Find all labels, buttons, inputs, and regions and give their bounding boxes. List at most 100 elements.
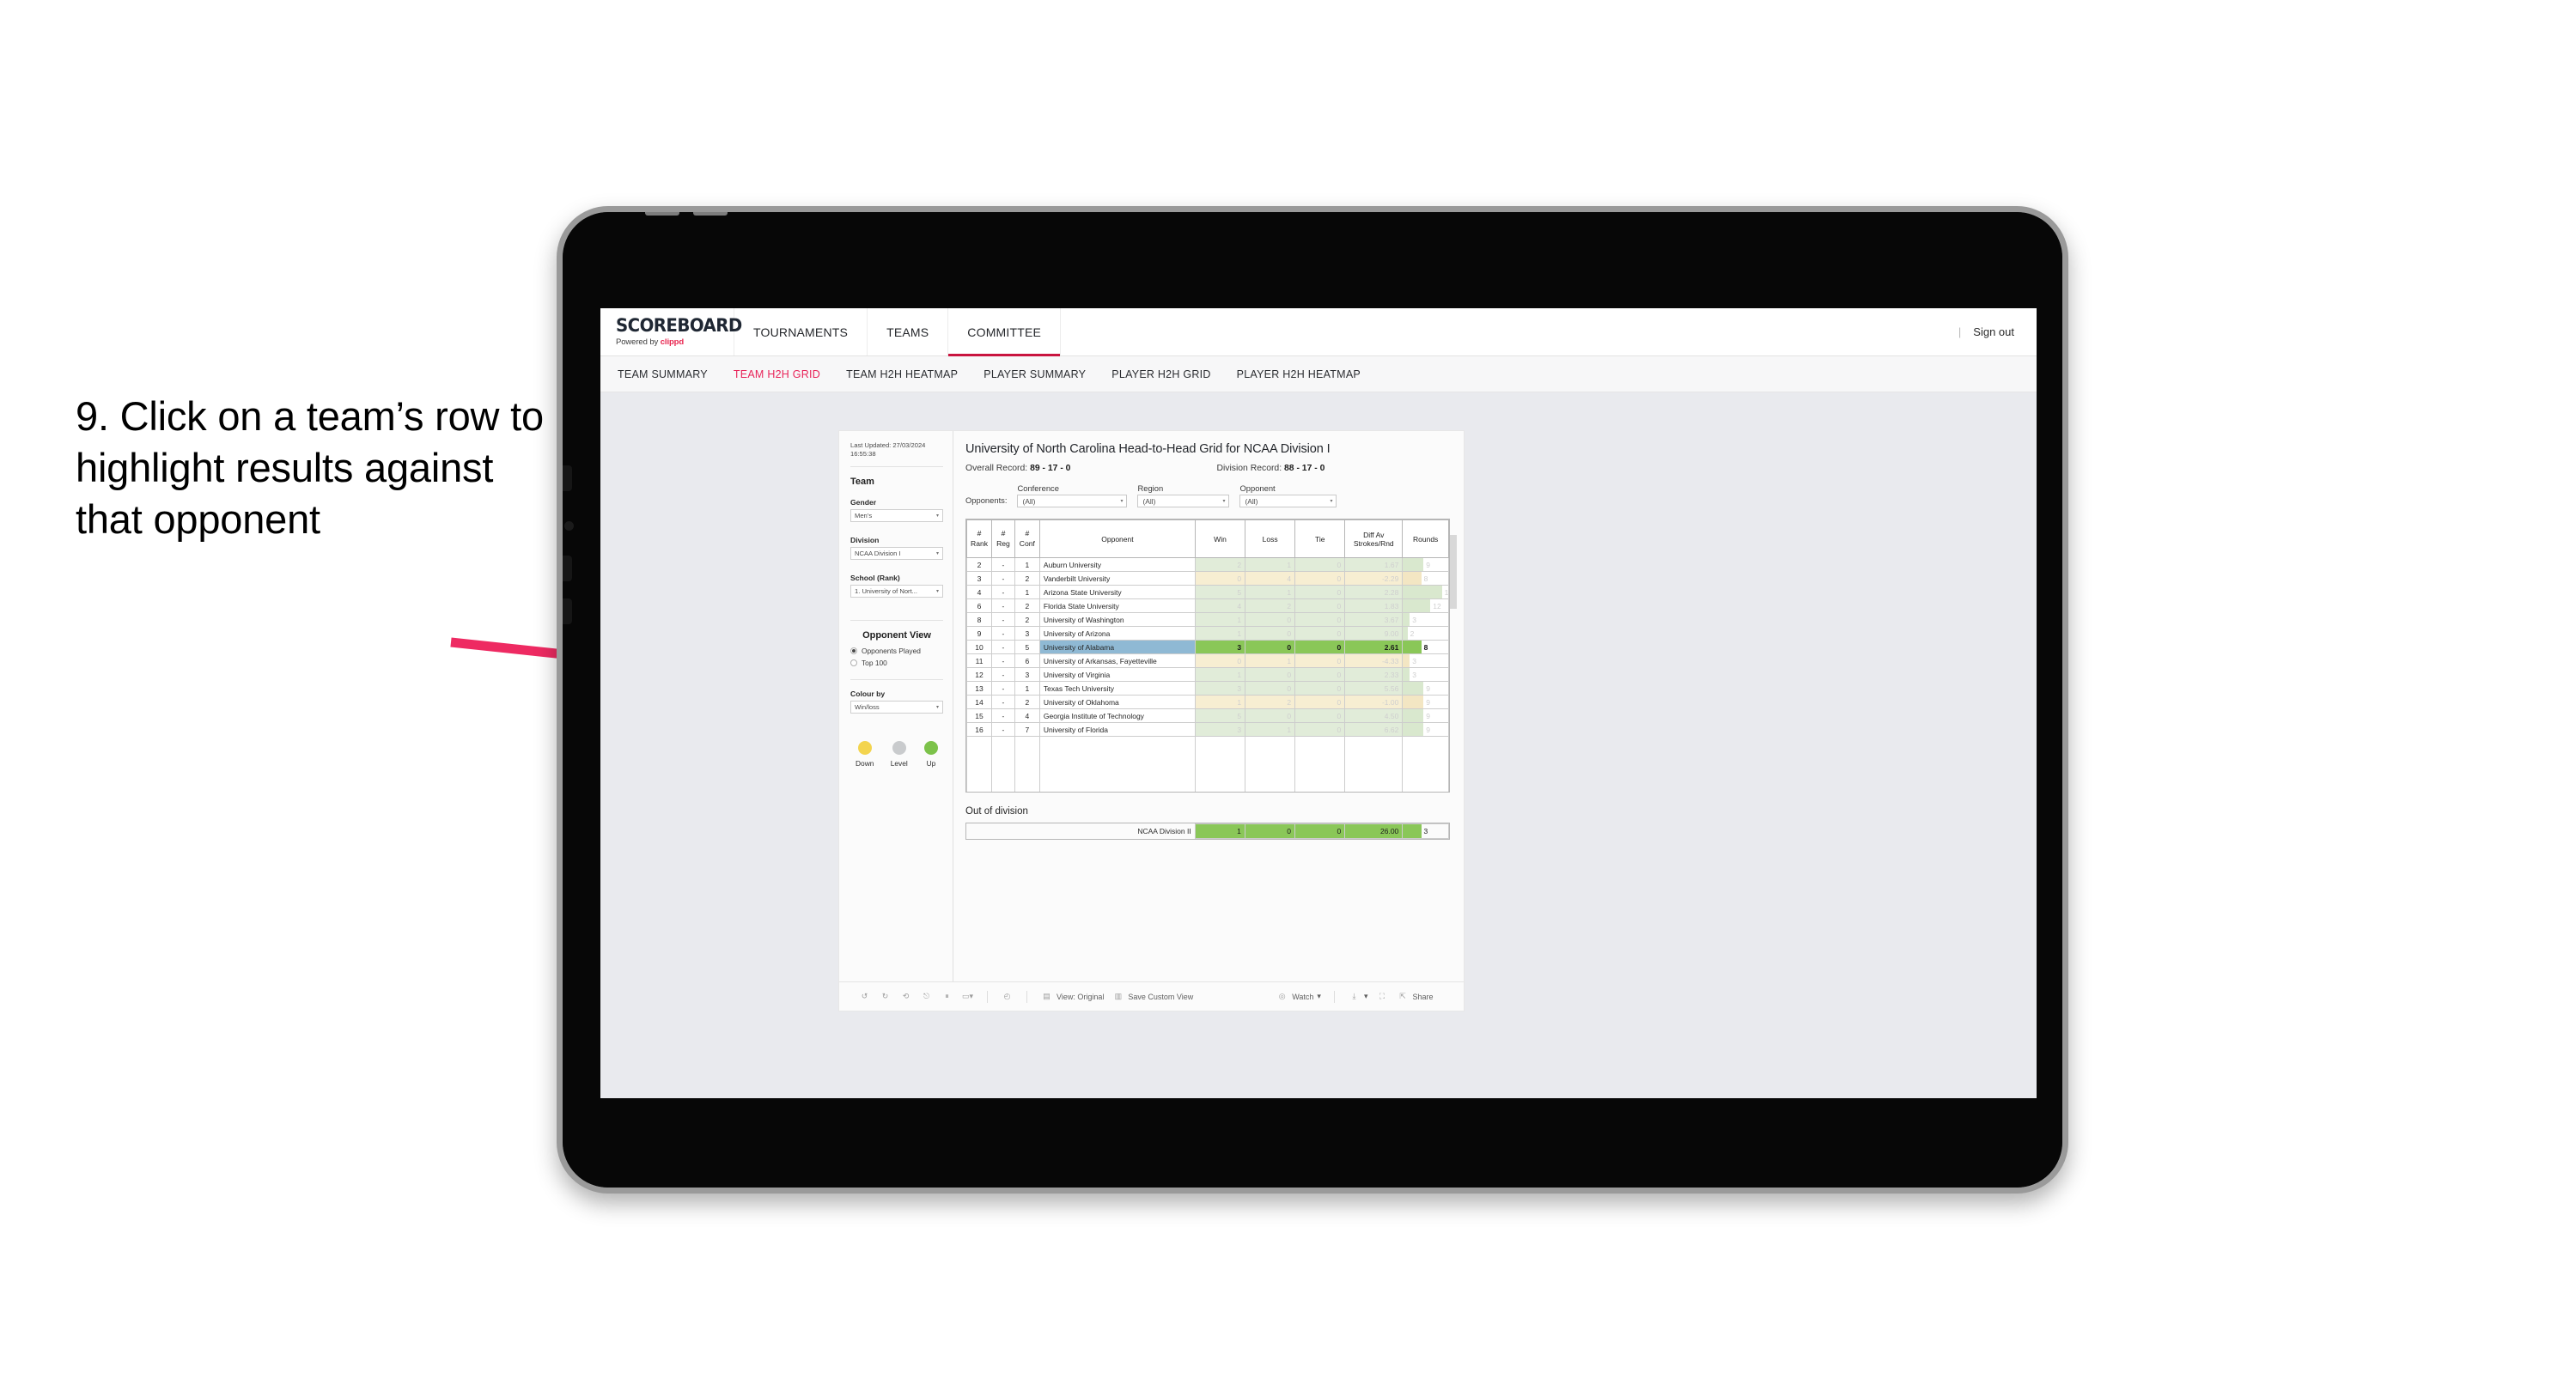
- col-win[interactable]: Win: [1194, 519, 1246, 558]
- cell-tie: 0: [1294, 598, 1346, 613]
- tableau-viz: Last Updated: 27/03/2024 16:55:38 Team G…: [839, 431, 1464, 1011]
- cell-rounds: 3: [1402, 667, 1449, 682]
- cell-tie-value: 0: [1337, 629, 1342, 638]
- out-of-division-row[interactable]: NCAA Division II 1 0 0 26.00 3: [966, 823, 1449, 839]
- cell-opponent: Vanderbilt University: [1038, 571, 1196, 586]
- cell-conf: 2: [1014, 695, 1040, 709]
- col-tie[interactable]: Tie: [1294, 519, 1346, 558]
- fullscreen-icon[interactable]: ⛶: [1375, 990, 1388, 1003]
- rounds-value: 9: [1426, 697, 1431, 707]
- subnav-team-summary[interactable]: TEAM SUMMARY: [618, 368, 708, 380]
- table-row[interactable]: 3-2 Vanderbilt University 0 4 0 -2.29 8: [965, 571, 1449, 586]
- save-view-icon: ▥: [1114, 992, 1123, 1000]
- colour-by-select[interactable]: Win/loss ▾: [850, 701, 943, 714]
- redo-icon[interactable]: ↻: [879, 990, 892, 1003]
- table-scrollbar[interactable]: [1450, 535, 1457, 609]
- table-row[interactable]: 9-3 University of Arizona 1 0 0 9.00 2: [965, 626, 1449, 641]
- pause-updates-icon[interactable]: ⏸: [941, 990, 953, 1003]
- table-row[interactable]: 12-3 University of Virginia 1 0 0 2.33 3: [965, 667, 1449, 682]
- cell-tie-value: 0: [1337, 725, 1342, 734]
- cell-loss: 1: [1245, 585, 1296, 599]
- table-row[interactable]: 4-1Arizona State University5102.2817: [965, 585, 1449, 599]
- col-rank[interactable]: # Rank: [965, 519, 993, 558]
- cell-rounds: 9: [1402, 722, 1449, 737]
- cell-conf: 3: [1014, 626, 1040, 641]
- chevron-down-icon: ▾: [935, 589, 939, 595]
- col-diff[interactable]: Diff Av Strokes/Rnd: [1344, 519, 1404, 558]
- cell-loss-value: 1: [1287, 725, 1292, 734]
- cell-conf: 5: [1014, 640, 1040, 654]
- blank-cell: [1038, 736, 1196, 750]
- revert-icon[interactable]: ⟲: [899, 990, 912, 1003]
- app-logo[interactable]: SCOREBOARD Powered by clippd: [600, 308, 742, 355]
- watch-button[interactable]: ◎ Watch ▾: [1276, 990, 1321, 1003]
- cell-win-value: 0: [1237, 656, 1242, 665]
- subnav-team-h2h-heatmap[interactable]: TEAM H2H HEATMAP: [846, 368, 958, 380]
- chevron-down-icon: ▾: [1222, 499, 1226, 504]
- device-top-nub-2: [693, 212, 728, 216]
- region-select[interactable]: (All) ▾: [1137, 495, 1230, 507]
- cell-diff: 1.83: [1344, 598, 1404, 613]
- chevron-down-icon: ▾: [935, 551, 939, 557]
- view-original-button[interactable]: ▤ View: Original: [1040, 990, 1104, 1003]
- cell-tie: 0: [1294, 571, 1346, 586]
- cell-win-value: 3: [1237, 683, 1242, 693]
- division-select[interactable]: NCAA Division I ▾: [850, 547, 943, 561]
- gender-select[interactable]: Men’s ▾: [850, 509, 943, 523]
- subnav-team-h2h-grid[interactable]: TEAM H2H GRID: [734, 368, 820, 380]
- cell-rounds: 12: [1402, 598, 1449, 613]
- table-row[interactable]: 2-1 Auburn University 2 1 0 1.67 9: [965, 557, 1449, 572]
- ood-loss-value: 0: [1287, 826, 1292, 835]
- col-loss[interactable]: Loss: [1245, 519, 1296, 558]
- cell-opponent: University of Arkansas, Fayetteville: [1038, 653, 1196, 668]
- legend-down: Down: [856, 741, 874, 768]
- viz-title: University of North Carolina Head-to-Hea…: [965, 442, 1331, 456]
- col-rounds[interactable]: Rounds: [1402, 519, 1449, 558]
- col-conf[interactable]: # Conf: [1014, 519, 1040, 558]
- table-row[interactable]: 13-1 Texas Tech University 3 0 0 5.56 9: [965, 681, 1449, 696]
- refresh-icon[interactable]: ⎋: [920, 990, 933, 1003]
- subnav-player-h2h-grid[interactable]: PLAYER H2H GRID: [1111, 368, 1210, 380]
- col-opponent[interactable]: Opponent: [1038, 519, 1196, 558]
- watch-label: Watch: [1292, 992, 1314, 1001]
- data-details-icon[interactable]: ◴: [1001, 990, 1014, 1003]
- download-button[interactable]: ⤓ ▾: [1348, 990, 1367, 1003]
- rounds-bar: [1403, 586, 1442, 598]
- nav-committee[interactable]: COMMITTEE: [948, 308, 1062, 356]
- share-button[interactable]: ⇱ Share: [1396, 990, 1433, 1003]
- conference-value: (All): [1022, 496, 1036, 506]
- logo-tagline: Powered by clippd: [616, 337, 734, 347]
- nav-tournaments[interactable]: TOURNAMENTS: [734, 308, 868, 355]
- radio-top-100-label: Top 100: [862, 659, 887, 668]
- rounds-bar: [1403, 599, 1431, 612]
- radio-opponents-played[interactable]: Opponents Played: [850, 647, 943, 655]
- device-layout-icon[interactable]: ▭▾: [961, 990, 974, 1003]
- opponent-select[interactable]: (All) ▾: [1239, 495, 1337, 507]
- radio-top-100[interactable]: Top 100: [850, 659, 943, 667]
- undo-icon[interactable]: ↺: [858, 990, 871, 1003]
- cell-diff: -2.29: [1344, 571, 1404, 586]
- cell-conf: 2: [1014, 612, 1040, 627]
- table-row[interactable]: 10-5 University of Alabama 3 0 0 2.61 8: [965, 640, 1449, 654]
- h2h-table: # Rank # Reg # Conf Opponent Win Loss Tie D…: [965, 519, 1449, 792]
- chevron-down-icon: ▾: [935, 513, 939, 519]
- table-row[interactable]: 16-7 University of Florida 3 1 0 6.62 9: [965, 722, 1449, 737]
- cell-loss: 0: [1245, 667, 1296, 682]
- sign-out-link[interactable]: Sign out: [1973, 325, 2014, 338]
- table-row[interactable]: 14-2 University of Oklahoma 1 2 0 -1.00 9: [965, 695, 1449, 709]
- school-select[interactable]: 1. University of Nort... ▾: [850, 585, 943, 598]
- conference-select[interactable]: (All) ▾: [1017, 495, 1128, 507]
- table-row[interactable]: 11-6 University of Arkansas, Fayetteville…: [965, 653, 1449, 668]
- region-value: (All): [1142, 496, 1156, 506]
- cell-win-value: 3: [1237, 642, 1242, 652]
- table-row[interactable]: 15-4 Georgia Institute of Technology 5 0 0 4.…: [965, 708, 1449, 723]
- nav-teams[interactable]: TEAMS: [868, 308, 949, 355]
- table-row[interactable]: 8-2 University of Washington 1 0 0 3.67 3: [965, 612, 1449, 627]
- table-row[interactable]: 6-2 Florida State University 4 2 0 1.83 12: [965, 598, 1449, 613]
- col-reg[interactable]: # Reg: [991, 519, 1015, 558]
- cell-rounds: 9: [1402, 708, 1449, 723]
- subnav-player-summary[interactable]: PLAYER SUMMARY: [984, 368, 1086, 380]
- save-custom-view-button[interactable]: ▥ Save Custom View: [1111, 990, 1194, 1003]
- cell-diff: -1.00: [1344, 695, 1404, 709]
- subnav-player-h2h-heatmap[interactable]: PLAYER H2H HEATMAP: [1237, 368, 1361, 380]
